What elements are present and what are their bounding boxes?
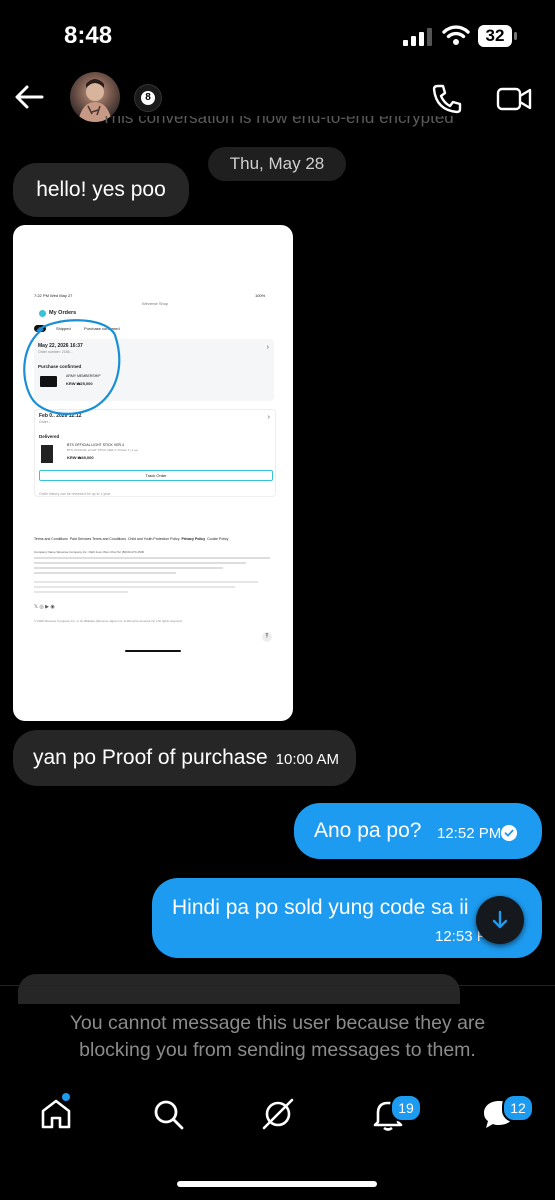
image-attachment[interactable]: 7:22 PM Wed May 27 Weverse Shop 100% My … <box>13 225 293 721</box>
wifi-icon <box>442 25 470 45</box>
message-timestamp: 10:00 AM <box>275 751 340 768</box>
message-bubble-received[interactable]: hello! yes poo <box>13 163 189 217</box>
battery-level: 32 <box>485 26 505 45</box>
message-bubble-sent[interactable]: Ano pa po? 12:52 PM <box>294 803 542 859</box>
home-unread-dot <box>62 1093 70 1101</box>
divider <box>0 985 555 986</box>
message-bubble-partial <box>18 974 460 1004</box>
message-text: Hindi pa po sold yung code sa ii <box>172 896 469 919</box>
video-call-icon[interactable] <box>496 84 532 114</box>
scroll-to-bottom-button[interactable] <box>476 896 524 944</box>
encryption-notice: This conversation is now end-to-end encr… <box>101 116 454 127</box>
arrow-down-icon <box>492 910 508 929</box>
eight-ball-emoji-icon: 8 <box>134 84 162 112</box>
grok-icon[interactable] <box>260 1096 296 1132</box>
notifications-badge: 19 <box>390 1094 422 1122</box>
read-check-icon <box>501 825 517 841</box>
cellular-signal-icon <box>403 28 432 46</box>
message-bubble-received[interactable]: yan po Proof of purchase 10:00 AM <box>13 730 356 786</box>
search-icon[interactable] <box>150 1096 186 1132</box>
status-time: 8:48 <box>64 22 113 49</box>
contact-avatar[interactable] <box>70 72 120 122</box>
message-text: yan po Proof of purchase <box>33 746 268 769</box>
date-separator: Thu, May 28 <box>208 147 346 181</box>
messages-badge: 12 <box>502 1094 534 1122</box>
phone-call-icon[interactable] <box>430 82 464 116</box>
message-text: Ano pa po? <box>314 819 422 842</box>
home-icon[interactable] <box>38 1096 74 1132</box>
avatar-photo <box>78 79 112 122</box>
message-timestamp: 12:52 PM <box>437 825 502 842</box>
blocked-notice: You cannot message this user because the… <box>69 1012 486 1061</box>
blue-circle-annotation <box>23 319 121 415</box>
back-arrow-icon[interactable] <box>12 80 46 114</box>
home-indicator <box>177 1181 377 1187</box>
